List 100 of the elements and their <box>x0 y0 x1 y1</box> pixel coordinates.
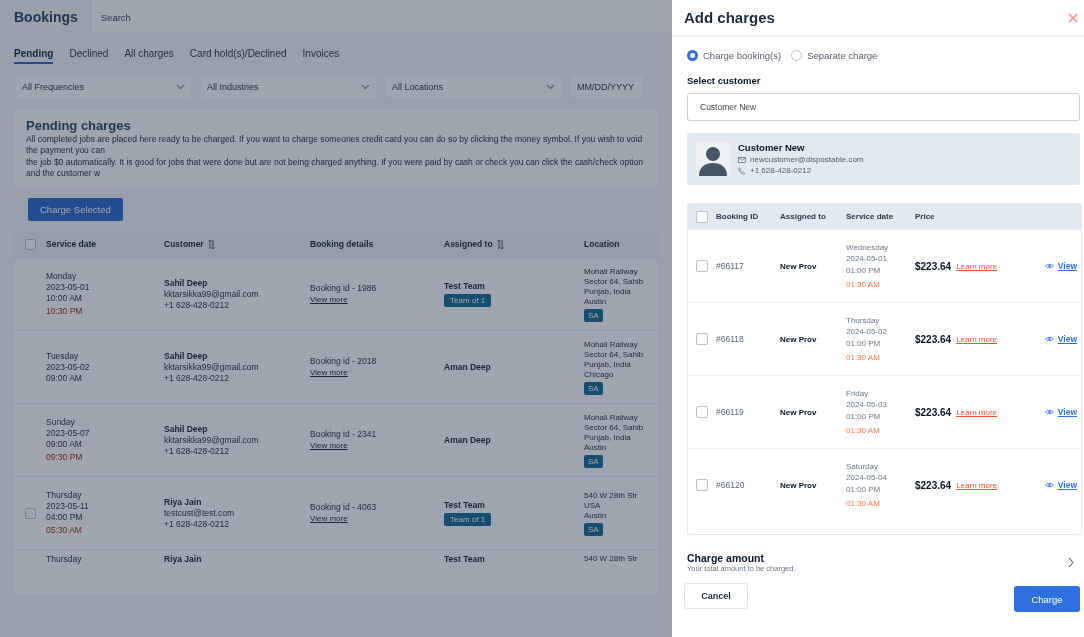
location-line: Punjab, India <box>584 432 631 443</box>
row-checkbox[interactable] <box>696 479 708 491</box>
learn-more-link[interactable]: Learn more <box>956 407 998 417</box>
select-all-checkbox[interactable] <box>696 210 708 223</box>
view-more-link[interactable]: View more <box>310 367 348 378</box>
chevron-right-icon[interactable] <box>1068 557 1074 568</box>
service-day: Saturday <box>846 460 879 472</box>
end-time: 01:30 AM <box>846 352 880 364</box>
customer-email: kktarsikka99@gmail.com <box>164 434 259 446</box>
end-time: 01:30 AM <box>846 425 880 437</box>
learn-more-link[interactable]: Learn more <box>956 261 998 271</box>
team-badge: Team of 1 <box>444 513 492 526</box>
customer-phone: +1 628-428-0212 <box>164 445 229 457</box>
customer-name: Customer New <box>738 142 806 153</box>
field-label: Select customer <box>687 75 762 86</box>
row-checkbox[interactable] <box>696 260 708 272</box>
view-more-link[interactable]: View more <box>310 440 348 451</box>
location-line: Austin <box>584 510 607 521</box>
column-header: Booking details <box>310 239 374 249</box>
price: $223.64 <box>915 406 952 418</box>
customer-phone: +1 628-428-0212 <box>750 166 812 175</box>
service-time: 01:00 PM <box>846 410 881 422</box>
eye-icon <box>1044 409 1054 415</box>
filter-dropdown[interactable]: All Locations <box>386 76 561 98</box>
radio-option[interactable]: Separate charge <box>791 50 878 61</box>
service-date: 2024-05-03 <box>846 399 887 411</box>
booking-id: Booking id - 2341 <box>310 429 377 440</box>
tab[interactable]: Invoices <box>302 48 340 64</box>
service-day: Friday <box>846 387 869 399</box>
customer-email: kktarsikka99@gmail.com <box>164 288 259 300</box>
service-time: 01:00 PM <box>846 483 881 495</box>
customer-email: testcust@test.com <box>164 507 235 519</box>
sort-icon[interactable] <box>207 238 215 250</box>
column-header: Assigned to <box>780 212 827 221</box>
eye-icon <box>1044 263 1054 269</box>
eye-icon <box>1044 336 1054 342</box>
service-date: 2023-05-11 <box>46 501 89 512</box>
service-day: Tuesday <box>46 350 79 362</box>
customer-phone: +1 628-428-0212 <box>164 518 229 530</box>
customer-field[interactable]: Customer New <box>687 93 1080 121</box>
radio-button[interactable] <box>687 50 698 61</box>
tab[interactable]: Card hold(s)/Declined <box>189 48 287 64</box>
chevron-down-icon <box>361 84 370 90</box>
column-header: Price <box>915 212 936 221</box>
row-checkbox[interactable] <box>696 333 708 345</box>
view-more-link[interactable]: View more <box>310 294 348 305</box>
cancel-button[interactable]: Cancel <box>684 583 748 609</box>
location-badge: SA <box>584 454 603 468</box>
customer-name: Riya Jain <box>164 496 202 508</box>
assignee-name: Aman Deep <box>444 361 491 373</box>
chevron-down-icon <box>176 84 185 90</box>
price: $223.64 <box>915 260 952 272</box>
learn-more-link[interactable]: Learn more <box>956 480 998 490</box>
row-checkbox[interactable] <box>696 406 708 418</box>
avatar-icon <box>696 142 730 176</box>
close-icon[interactable] <box>1068 12 1078 23</box>
tab[interactable]: Pending <box>14 48 54 64</box>
view-link[interactable]: View <box>1057 407 1077 417</box>
end-time: 09:30 PM <box>46 452 83 463</box>
customer-name: Sahil Deep <box>164 350 208 362</box>
booking-id: Booking id - 2018 <box>310 356 377 367</box>
price: $223.64 <box>915 479 952 491</box>
location-line: Sector 64, Sahib <box>584 349 644 360</box>
learn-more-link[interactable]: Learn more <box>956 334 998 344</box>
select-all-checkbox[interactable] <box>24 238 36 250</box>
tab[interactable]: All charges <box>124 48 174 64</box>
location-line: Sector 64, Sahib <box>584 276 644 287</box>
location-line: Punjab, India <box>584 359 631 370</box>
chevron-down-icon <box>546 84 555 90</box>
service-date: 2024-05-04 <box>846 472 887 484</box>
service-day: Thursday <box>846 314 880 326</box>
service-day: Wednesday <box>846 241 889 253</box>
location-line: 540 W 28th Str <box>584 490 638 501</box>
section-title: Pending charges <box>26 118 132 133</box>
view-link[interactable]: View <box>1057 480 1077 490</box>
view-more-link[interactable]: View more <box>310 513 348 524</box>
view-link[interactable]: View <box>1057 261 1077 271</box>
service-time: 04:00 PM <box>46 512 83 523</box>
tab[interactable]: Declined <box>69 48 109 64</box>
filter-dropdown[interactable]: All Industries <box>201 76 376 98</box>
end-time: 01:30 AM <box>846 498 880 510</box>
filter-dropdown[interactable]: MM/DD/YYYY <box>571 76 643 98</box>
view-link[interactable]: View <box>1057 334 1077 344</box>
charge-selected-button[interactable]: Charge Selected <box>28 198 123 221</box>
sort-icon[interactable] <box>496 238 504 250</box>
charge-button[interactable]: Charge <box>1014 586 1080 612</box>
row-checkbox[interactable] <box>24 507 36 519</box>
service-time: 01:00 PM <box>846 264 881 276</box>
radio-option[interactable]: Charge booking(s) <box>687 50 782 61</box>
customer-email: newcustomer@dispostable.com <box>750 155 864 164</box>
mail-icon <box>738 156 746 163</box>
booking-id: #66118 <box>716 334 745 344</box>
search-field[interactable]: Search <box>89 1 672 33</box>
filter-dropdown[interactable]: All Frequencies <box>16 76 191 98</box>
price: $223.64 <box>915 333 952 345</box>
end-time: 10:30 PM <box>46 306 83 317</box>
service-day: Thursday <box>46 554 82 565</box>
column-header: Service date <box>846 212 895 221</box>
service-date: 2024-05-01 <box>846 253 887 265</box>
column-header: Customer <box>164 239 204 249</box>
